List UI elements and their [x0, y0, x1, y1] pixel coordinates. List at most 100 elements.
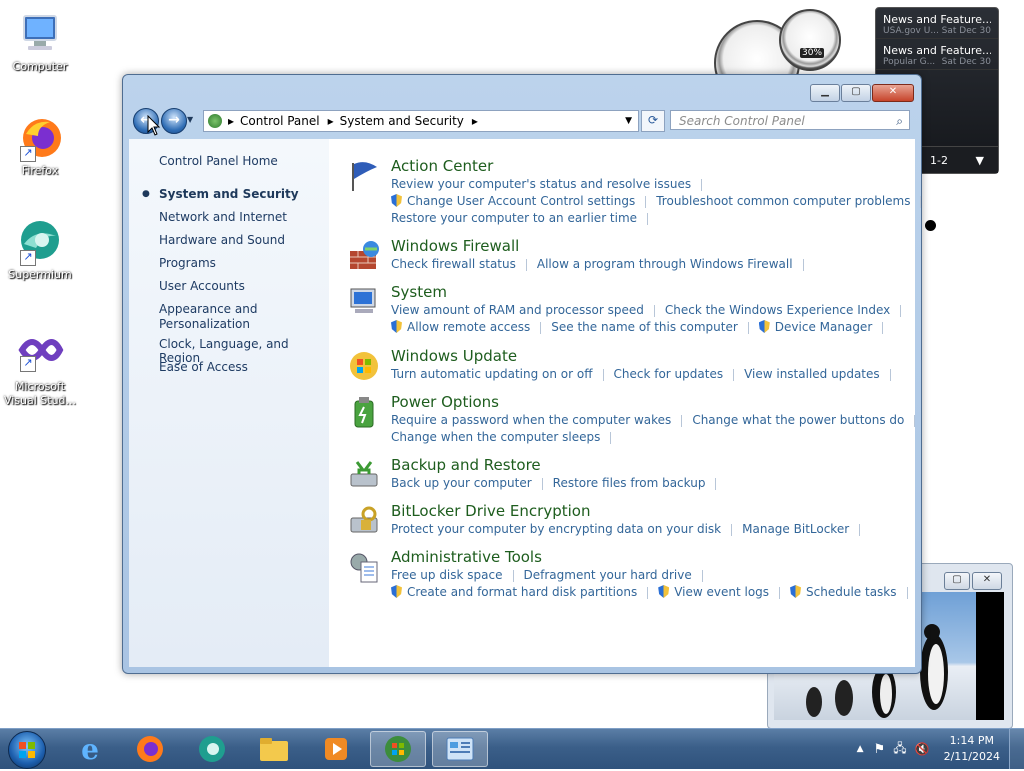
- action-center-icon[interactable]: [347, 159, 381, 193]
- minimize-button[interactable]: ▁: [810, 84, 840, 102]
- task-link[interactable]: Allow remote access: [391, 320, 530, 334]
- task-link[interactable]: Change what the power buttons do: [692, 413, 904, 427]
- task-link[interactable]: Review your computer's status and resolv…: [391, 177, 691, 191]
- task-link-text: Schedule tasks: [806, 585, 897, 599]
- breadcrumb-separator-icon: ▸: [228, 114, 235, 128]
- refresh-button[interactable]: ⟳: [641, 110, 665, 132]
- task-link-text: Defragment your hard drive: [523, 568, 692, 582]
- category-title[interactable]: BitLocker Drive Encryption: [391, 502, 590, 520]
- task-link-text: Change when the computer sleeps: [391, 430, 601, 444]
- windows-logo-icon: [385, 736, 411, 762]
- nav-ease-of-access[interactable]: Ease of Access: [159, 360, 248, 374]
- control-panel-home-link[interactable]: Control Panel Home: [159, 154, 278, 168]
- desktop-icon-computer[interactable]: Computer: [0, 10, 80, 74]
- close-button[interactable]: ✕: [872, 84, 914, 102]
- taskbar-supermium[interactable]: [184, 731, 240, 767]
- search-icon[interactable]: ⌕: [896, 111, 903, 131]
- link-separator: [647, 586, 649, 599]
- news-item[interactable]: News and Feature... Popular G... Sat Dec …: [876, 39, 998, 70]
- recent-pages-dropdown[interactable]: ▼: [187, 115, 193, 124]
- task-link[interactable]: Check the Windows Experience Index: [665, 303, 890, 317]
- task-link[interactable]: Restore your computer to an earlier time: [391, 211, 637, 225]
- breadcrumb-system-and-security[interactable]: System and Security: [340, 114, 464, 128]
- category-title[interactable]: Windows Firewall: [391, 237, 519, 255]
- task-link[interactable]: Device Manager: [758, 320, 872, 334]
- task-link[interactable]: Change User Account Control settings: [391, 194, 635, 208]
- link-separator: [647, 212, 649, 225]
- category-title[interactable]: Backup and Restore: [391, 456, 541, 474]
- category-title[interactable]: Action Center: [391, 157, 493, 175]
- system-icon[interactable]: [347, 285, 381, 319]
- slideshow-restore-button[interactable]: ▢: [944, 572, 970, 590]
- task-link[interactable]: Free up disk space: [391, 568, 503, 582]
- taskbar-windows-orb-app[interactable]: [370, 731, 426, 767]
- pager-dropdown-icon[interactable]: ▼: [976, 154, 984, 167]
- category-system: System View amount of RAM and processor s…: [347, 283, 907, 339]
- task-link[interactable]: Schedule tasks: [790, 585, 897, 599]
- desktop-icon-supermium[interactable]: ↗ Supermium: [0, 218, 80, 282]
- breadcrumb-control-panel[interactable]: Control Panel: [240, 114, 320, 128]
- control-panel-window[interactable]: ▁ ▢ ✕ ← → ▼ ▸ Control Panel ▸ System and…: [122, 74, 922, 674]
- show-desktop-button[interactable]: [1009, 729, 1024, 769]
- action-center-flag-icon[interactable]: ⚑: [874, 742, 886, 757]
- start-button[interactable]: [8, 731, 46, 769]
- task-link[interactable]: Require a password when the computer wak…: [391, 413, 671, 427]
- task-link[interactable]: Check for updates: [614, 367, 724, 381]
- network-icon[interactable]: 🖧: [893, 739, 906, 760]
- nav-appearance-and-personalization[interactable]: Appearance and Personalization: [159, 302, 257, 332]
- forward-button[interactable]: →: [161, 108, 187, 134]
- taskbar-media-player[interactable]: [308, 731, 364, 767]
- news-date: Sat Dec 30: [941, 26, 991, 36]
- task-link[interactable]: Protect your computer by encrypting data…: [391, 522, 721, 536]
- category-title[interactable]: System: [391, 283, 447, 301]
- power-options-icon[interactable]: [347, 395, 381, 429]
- task-link[interactable]: Allow a program through Windows Firewall: [537, 257, 793, 271]
- task-link[interactable]: Check firewall status: [391, 257, 516, 271]
- task-link[interactable]: View amount of RAM and processor speed: [391, 303, 644, 317]
- task-link[interactable]: Manage BitLocker: [742, 522, 849, 536]
- bitlocker-icon[interactable]: [347, 504, 381, 538]
- category-windows-firewall: Windows Firewall Check firewall status All…: [347, 237, 907, 276]
- category-title[interactable]: Windows Update: [391, 347, 517, 365]
- task-link[interactable]: View event logs: [658, 585, 769, 599]
- task-link[interactable]: Create and format hard disk partitions: [391, 585, 637, 599]
- system-tray: ▲ ⚑ 🖧 🔇 1:14 PM 2/11/2024: [857, 729, 1024, 769]
- category-title[interactable]: Power Options: [391, 393, 499, 411]
- taskbar-explorer[interactable]: [246, 731, 302, 767]
- link-separator: [779, 586, 781, 599]
- task-link[interactable]: View installed updates: [744, 367, 880, 381]
- taskbar-firefox[interactable]: [122, 731, 178, 767]
- taskbar-internet-explorer[interactable]: e: [62, 731, 118, 767]
- address-dropdown-icon[interactable]: ▼: [625, 116, 632, 126]
- address-bar[interactable]: ▸ Control Panel ▸ System and Security ▸ …: [203, 110, 639, 132]
- windows-firewall-icon[interactable]: [347, 239, 381, 273]
- task-link[interactable]: Restore files from backup: [553, 476, 706, 490]
- show-hidden-icons-button[interactable]: ▲: [857, 744, 864, 754]
- task-link[interactable]: Turn automatic updating on or off: [391, 367, 593, 381]
- category-title[interactable]: Administrative Tools: [391, 548, 542, 566]
- nav-user-accounts[interactable]: User Accounts: [159, 279, 245, 293]
- desktop-icon-visual-studio[interactable]: ↗ Microsoft Visual Stud...: [0, 330, 80, 408]
- task-link-text: Check the Windows Experience Index: [664, 303, 891, 317]
- nav-hardware-and-sound[interactable]: Hardware and Sound: [159, 233, 285, 247]
- taskbar-control-panel[interactable]: [432, 731, 488, 767]
- task-link[interactable]: Back up your computer: [391, 476, 532, 490]
- nav-programs[interactable]: Programs: [159, 256, 216, 270]
- search-input[interactable]: Search Control Panel ⌕: [670, 110, 910, 130]
- windows-update-icon[interactable]: [347, 349, 381, 383]
- task-link[interactable]: See the name of this computer: [551, 320, 738, 334]
- task-link[interactable]: Troubleshoot common computer problems: [656, 194, 910, 208]
- nav-system-and-security[interactable]: System and Security: [159, 187, 299, 201]
- news-item[interactable]: News and Feature... USA.gov U... Sat Dec …: [876, 8, 998, 39]
- slideshow-close-button[interactable]: ✕: [972, 572, 1002, 590]
- task-link[interactable]: Defragment your hard drive: [524, 568, 692, 582]
- system-clock[interactable]: 1:14 PM 2/11/2024: [944, 733, 1000, 765]
- task-link[interactable]: Change when the computer sleeps: [391, 430, 600, 444]
- volume-muted-icon[interactable]: 🔇: [915, 742, 930, 756]
- link-separator: [882, 321, 884, 334]
- maximize-button[interactable]: ▢: [841, 84, 871, 102]
- backup-and-restore-icon[interactable]: [347, 458, 381, 492]
- administrative-tools-icon[interactable]: [347, 550, 381, 584]
- nav-network-and-internet[interactable]: Network and Internet: [159, 210, 287, 224]
- desktop-icon-firefox[interactable]: ↗ Firefox: [0, 114, 80, 178]
